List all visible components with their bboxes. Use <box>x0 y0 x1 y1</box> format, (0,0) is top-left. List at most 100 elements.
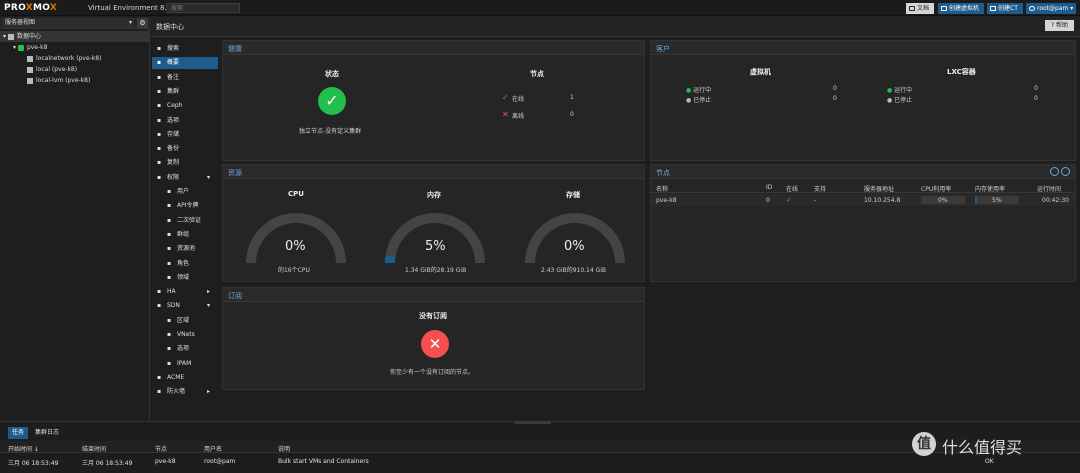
book-icon <box>909 6 915 11</box>
offline-count: 0 <box>570 111 574 118</box>
tfa-icon: ▪ <box>166 216 172 224</box>
memory-value: 5% <box>425 239 446 254</box>
nodes-col-1[interactable]: ID <box>766 184 772 191</box>
tab-cluster-log[interactable]: 集群日志 <box>31 427 63 439</box>
nav-item-pool[interactable]: ▪ 资源池 <box>152 243 218 255</box>
chevron-down-icon: ▾ <box>1070 5 1074 12</box>
nav-item-user[interactable]: ▪ 用户 <box>152 186 218 198</box>
lxc-running-count: 0 <box>1034 85 1038 92</box>
tree-item-storage-lvm[interactable]: local-lvm (pve-k8) <box>0 75 150 86</box>
nodes-heading: 节点 <box>530 70 544 78</box>
nav-item-gear[interactable]: ▪ 选项 <box>152 115 218 127</box>
collapse-tool-icon[interactable] <box>1050 167 1059 176</box>
cpu-detail: 的16个CPU <box>278 267 310 274</box>
nav-item-role[interactable]: ▪ 角色 <box>152 258 218 270</box>
role-icon: ▪ <box>166 259 172 267</box>
nav-item-sdn[interactable]: ▪ SDN ▾ <box>152 300 218 312</box>
nav-item-group[interactable]: ▪ 群组 <box>152 229 218 241</box>
user-menu-button[interactable]: root@pam ▾ <box>1026 3 1076 14</box>
collapse-icon: ▾ <box>13 44 17 51</box>
online-check-icon: ✓ <box>502 93 509 102</box>
expand-tool-icon[interactable] <box>1061 167 1070 176</box>
nav-item-label: 角色 <box>177 259 190 267</box>
nav-item-label: 资源池 <box>177 245 196 253</box>
nodes-col-3[interactable]: 支持 <box>814 184 826 193</box>
nodes-col-7[interactable]: 运行时间 <box>1037 184 1061 193</box>
page-title: 数据中心 <box>156 23 184 31</box>
gear-icon[interactable]: ⚙ <box>137 18 148 28</box>
nav-item-vnets[interactable]: ▪ VNets <box>152 329 218 341</box>
nav-item-summary[interactable]: ▪ 概要 <box>152 57 218 70</box>
nav-item-backup[interactable]: ▪ 备份 <box>152 143 218 155</box>
cpu-heading: CPU <box>288 190 304 198</box>
offline-x-icon: ✕ <box>502 110 509 119</box>
documentation-button[interactable]: 文档 <box>906 3 934 14</box>
tree-item-storage-local[interactable]: local (pve-k8) <box>0 64 150 75</box>
guests-title: 客户 <box>656 45 670 53</box>
nav-item-notes[interactable]: ▪ 备注 <box>152 72 218 84</box>
cpu-gauge <box>246 213 346 264</box>
nodes-col-5[interactable]: CPU利用率 <box>921 184 951 193</box>
nodes-col-6[interactable]: 内存使用率 <box>975 184 1005 193</box>
resize-handle[interactable] <box>515 421 551 424</box>
nav-item-tfa[interactable]: ▪ 二次验证 <box>152 215 218 227</box>
nav-item-label: SDN <box>167 302 180 310</box>
resource-tree: ▾ 数据中心 ▾ pve-k8 localnetwork (pve-k8) lo… <box>0 29 150 421</box>
storage-value: 0% <box>564 239 585 254</box>
nav-item-label: 用户 <box>177 188 190 195</box>
storage-icon: ▪ <box>156 130 162 138</box>
content-header: 数据中心 <box>150 17 1080 37</box>
nav-item-firewall[interactable]: ▪ 防火墙 ▸ <box>152 386 218 398</box>
nav-item-search[interactable]: ▪ 搜索 <box>152 43 218 55</box>
nodes-table-header: 名称 ID 在线 支持 服务器地址 CPU利用率 内存使用率 运行时间 <box>651 182 1075 193</box>
nav-item-cluster[interactable]: ▪ 集群 <box>152 86 218 98</box>
vm-stopped-count: 0 <box>833 95 837 102</box>
col-user[interactable]: 用户名 <box>204 444 222 453</box>
help-button[interactable]: ? 帮助 <box>1045 20 1074 31</box>
nav-item-zone[interactable]: ▪ 区域 <box>152 315 218 327</box>
nodes-col-2[interactable]: 在线 <box>786 184 798 193</box>
search-input[interactable]: 搜索 <box>166 3 240 13</box>
nav-item-label: VNets <box>177 331 195 338</box>
nav-item-label: 概要 <box>167 59 180 67</box>
tree-item-datacenter[interactable]: ▾ 数据中心 <box>0 31 150 42</box>
table-row[interactable]: pve-k8 0 ✓ - 10.10.254.8 0% 5% 00:42:30 <box>651 194 1075 206</box>
tree-item-node[interactable]: ▾ pve-k8 <box>0 42 150 53</box>
nav-item-storage[interactable]: ▪ 存储 <box>152 129 218 141</box>
ceph-icon: ▪ <box>156 102 162 110</box>
zone-icon: ▪ <box>166 316 172 324</box>
nav-item-acme[interactable]: ▪ ACME <box>152 372 218 384</box>
nav-item-label: 集群 <box>167 87 180 95</box>
nav-item-label: HA <box>167 288 176 296</box>
nav-item-ceph[interactable]: ▪ Ceph <box>152 100 218 112</box>
nav-item-replication[interactable]: ▪ 复制 <box>152 157 218 169</box>
nav-item-gear[interactable]: ▪ 选项 <box>152 343 218 355</box>
col-end-time[interactable]: 结束时间 <box>82 444 106 453</box>
view-selector[interactable]: 服务器视图 ▾ <box>3 18 134 28</box>
create-vm-button[interactable]: 创建虚拟机 <box>938 3 984 14</box>
nav-item-token[interactable]: ▪ API令牌 <box>152 200 218 212</box>
nodes-col-0[interactable]: 名称 <box>656 184 668 193</box>
nav-item-label: 领域 <box>177 273 190 281</box>
search-icon: ▪ <box>156 45 162 52</box>
nav-item-ipam[interactable]: ▪ IPAM <box>152 358 218 370</box>
col-start-time[interactable]: 开始时间 ↓ <box>8 444 39 453</box>
col-description[interactable]: 说明 <box>278 444 290 453</box>
nav-item-label: 权限 <box>167 173 180 181</box>
ha-icon: ▪ <box>156 288 162 296</box>
nav-item-label: ACME <box>167 373 185 381</box>
storage-icon <box>27 77 33 84</box>
cpu-value: 0% <box>285 239 306 254</box>
nav-item-realm[interactable]: ▪ 领域 <box>152 272 218 284</box>
gear-icon: ▪ <box>156 116 162 124</box>
nav-item-permissions[interactable]: ▪ 权限 ▾ <box>152 172 218 184</box>
vm-heading: 虚拟机 <box>750 68 771 76</box>
nodes-col-4[interactable]: 服务器地址 <box>864 184 894 193</box>
nav-item-ha[interactable]: ▪ HA ▸ <box>152 286 218 298</box>
subscription-panel: 订阅 没有订阅 ✕ 你至少有一个没有订阅的节点。 <box>222 287 645 390</box>
tab-tasks[interactable]: 任务 <box>8 427 29 439</box>
col-node[interactable]: 节点 <box>155 444 167 453</box>
create-ct-button[interactable]: 创建CT <box>987 3 1023 14</box>
tree-item-network[interactable]: localnetwork (pve-k8) <box>0 53 150 64</box>
top-bar: PROXMOX Virtual Environment 8.1.3 搜索 文档 … <box>0 0 1080 16</box>
